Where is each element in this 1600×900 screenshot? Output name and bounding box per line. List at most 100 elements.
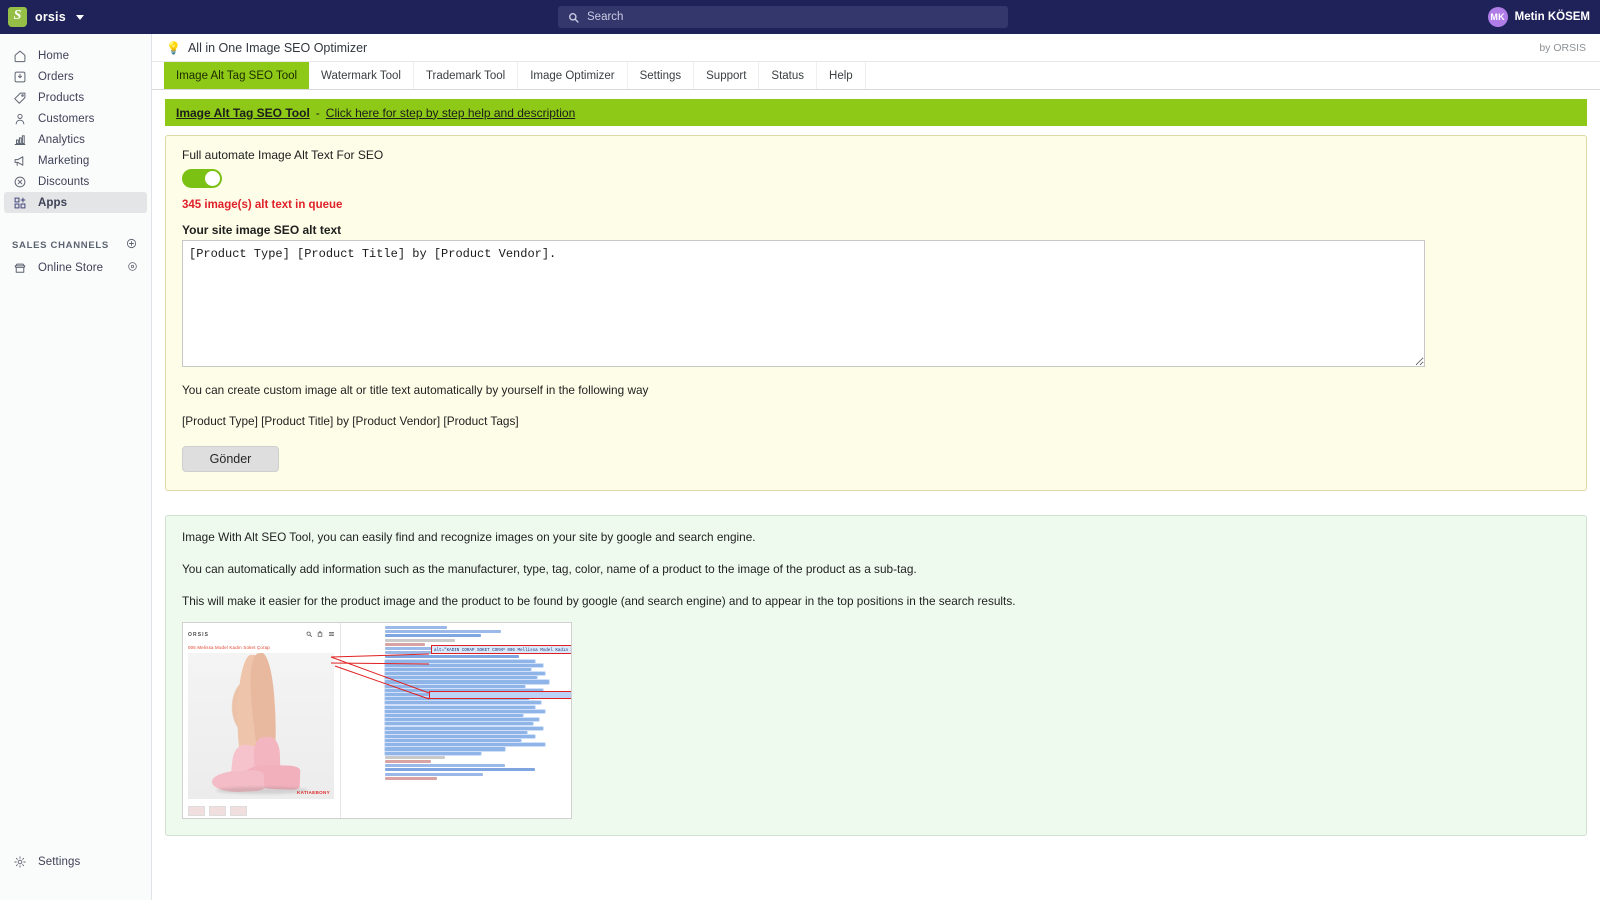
sidebar-item-label: Home	[38, 49, 70, 62]
sidebar-item-label: Orders	[38, 70, 74, 83]
tab-help[interactable]: Help	[817, 62, 866, 89]
user-menu[interactable]: MK Metin KÖSEM	[1487, 0, 1590, 34]
alt-text-field-label: Your site image SEO alt text	[182, 223, 342, 237]
tab-label: Watermark Tool	[321, 69, 401, 82]
demo-watermark: KATIAEBONY	[296, 790, 330, 795]
tab-trademark-tool[interactable]: Trademark Tool	[414, 62, 519, 89]
sidebar-nav: Home Orders Products Customers Analytics…	[0, 34, 151, 213]
lightbulb-icon: 💡	[166, 40, 181, 55]
sidebar-item-home[interactable]: Home	[4, 45, 147, 66]
submit-button[interactable]: Gönder	[182, 446, 279, 472]
demo-store-header: ORSIS	[188, 628, 335, 641]
tab-image-optimizer[interactable]: Image Optimizer	[518, 62, 628, 89]
top-bar: orsis Search MK Metin KÖSEM	[0, 0, 1600, 34]
store-name: orsis	[35, 10, 66, 24]
search-input[interactable]: Search	[558, 6, 1008, 28]
apps-icon	[12, 195, 27, 210]
sidebar-item-label: Customers	[38, 112, 95, 125]
sidebar-item-label: Discounts	[38, 175, 90, 188]
banner-help-link[interactable]: Click here for step by step help and des…	[326, 106, 575, 120]
sidebar-item-label: Settings	[38, 855, 81, 868]
megaphone-icon	[12, 153, 27, 168]
alt-text-settings-panel: Full automate Image Alt Text For SEO 345…	[165, 135, 1587, 491]
avatar: MK	[1487, 7, 1508, 27]
tab-support[interactable]: Support	[694, 62, 760, 89]
page-title: All in One Image SEO Optimizer	[187, 40, 368, 55]
demo-product-title: 006 Melissa Model Kadın Soket Çorap	[188, 645, 270, 650]
bar-chart-icon	[12, 132, 27, 147]
sidebar: Home Orders Products Customers Analytics…	[0, 34, 152, 900]
discount-icon	[12, 174, 27, 189]
storefront-icon	[12, 261, 27, 276]
demo-store-logo: ORSIS	[188, 631, 210, 638]
tab-label: Help	[829, 69, 853, 82]
gear-icon	[12, 854, 27, 869]
sidebar-item-label: Marketing	[38, 154, 90, 167]
banner-title-link[interactable]: Image Alt Tag SEO Tool	[176, 106, 310, 120]
tab-label: Status	[771, 69, 805, 82]
person-icon	[12, 111, 27, 126]
tab-status[interactable]: Status	[759, 62, 818, 89]
user-name: Metin KÖSEM	[1514, 11, 1590, 23]
chevron-down-icon	[75, 14, 84, 20]
sidebar-item-orders[interactable]: Orders	[4, 66, 147, 87]
demo-alt-line-highlight	[429, 691, 571, 699]
app-header: 💡 All in One Image SEO Optimizer by ORSI…	[152, 34, 1600, 62]
sidebar-item-label: Products	[38, 91, 85, 104]
tab-watermark-tool[interactable]: Watermark Tool	[309, 62, 414, 89]
sidebar-item-label: Apps	[38, 196, 68, 209]
demo-screenshot: ORSIS 006 Melissa Model Kadın Soket Çora…	[182, 622, 572, 819]
app-tab-bar: Image Alt Tag SEO Tool Watermark Tool Tr…	[152, 62, 1600, 90]
demo-header-icons	[306, 630, 335, 639]
tab-label: Trademark Tool	[425, 69, 506, 82]
automate-label: Full automate Image Alt Text For SEO	[182, 148, 384, 162]
token-example: [Product Type] [Product Title] by [Produ…	[182, 414, 519, 428]
search-placeholder: Search	[587, 11, 624, 23]
tab-label: Image Alt Tag SEO Tool	[176, 69, 298, 82]
store-switcher[interactable]: orsis	[0, 0, 84, 34]
alt-text-input[interactable]	[182, 240, 1425, 367]
info-panel: Image With Alt SEO Tool, you can easily …	[165, 515, 1587, 836]
banner-separator: -	[315, 105, 320, 120]
full-automate-toggle[interactable]	[182, 169, 222, 188]
tab-image-alt-tag-seo-tool[interactable]: Image Alt Tag SEO Tool	[164, 62, 310, 89]
demo-thumbnail	[230, 806, 247, 816]
sidebar-item-settings[interactable]: Settings	[4, 851, 148, 872]
search-icon	[306, 631, 312, 639]
demo-product-photo: KATIAEBONY	[188, 653, 334, 799]
orders-icon	[12, 69, 27, 84]
tab-settings[interactable]: Settings	[628, 62, 695, 89]
demo-alt-snippet-callout: alt="KADIN CORAP SOKET CORAP 006 Melliss…	[431, 645, 571, 654]
tool-banner: Image Alt Tag SEO Tool - Click here for …	[165, 99, 1587, 126]
tab-label: Support	[706, 69, 747, 82]
eye-icon[interactable]	[127, 259, 138, 277]
sidebar-item-products[interactable]: Products	[4, 87, 147, 108]
sales-channels-heading: SALES CHANNELS	[12, 239, 109, 251]
sidebar-item-apps[interactable]: Apps	[4, 192, 147, 213]
sidebar-item-discounts[interactable]: Discounts	[4, 171, 147, 192]
shopping-bag-icon	[317, 630, 323, 639]
app-content-area: 💡 All in One Image SEO Optimizer by ORSI…	[152, 34, 1600, 900]
sidebar-item-analytics[interactable]: Analytics	[4, 129, 147, 150]
sidebar-item-online-store[interactable]: Online Store	[4, 257, 147, 279]
info-line-1: Image With Alt SEO Tool, you can easily …	[182, 530, 756, 544]
toggle-knob	[205, 171, 220, 186]
info-line-2: You can automatically add information su…	[182, 562, 917, 576]
shopify-bag-icon	[8, 7, 27, 27]
demo-thumbnail-strip	[188, 806, 247, 816]
sidebar-item-marketing[interactable]: Marketing	[4, 150, 147, 171]
demo-thumbnail	[209, 806, 226, 816]
search-icon	[568, 12, 579, 23]
plus-circle-icon[interactable]	[126, 236, 137, 254]
info-line-3: This will make it easier for the product…	[182, 594, 1016, 608]
demo-thumbnail	[188, 806, 205, 816]
hamburger-menu-icon	[328, 631, 335, 639]
queue-status-text: 345 image(s) alt text in queue	[182, 199, 343, 211]
sidebar-item-label: Online Store	[38, 262, 104, 274]
sidebar-item-customers[interactable]: Customers	[4, 108, 147, 129]
tab-label: Image Optimizer	[530, 69, 615, 82]
app-byline: by ORSIS	[1539, 41, 1586, 54]
sales-channels-header: SALES CHANNELS	[0, 237, 151, 253]
home-icon	[12, 48, 27, 63]
demo-storefront: ORSIS 006 Melissa Model Kadın Soket Çora…	[183, 623, 341, 818]
